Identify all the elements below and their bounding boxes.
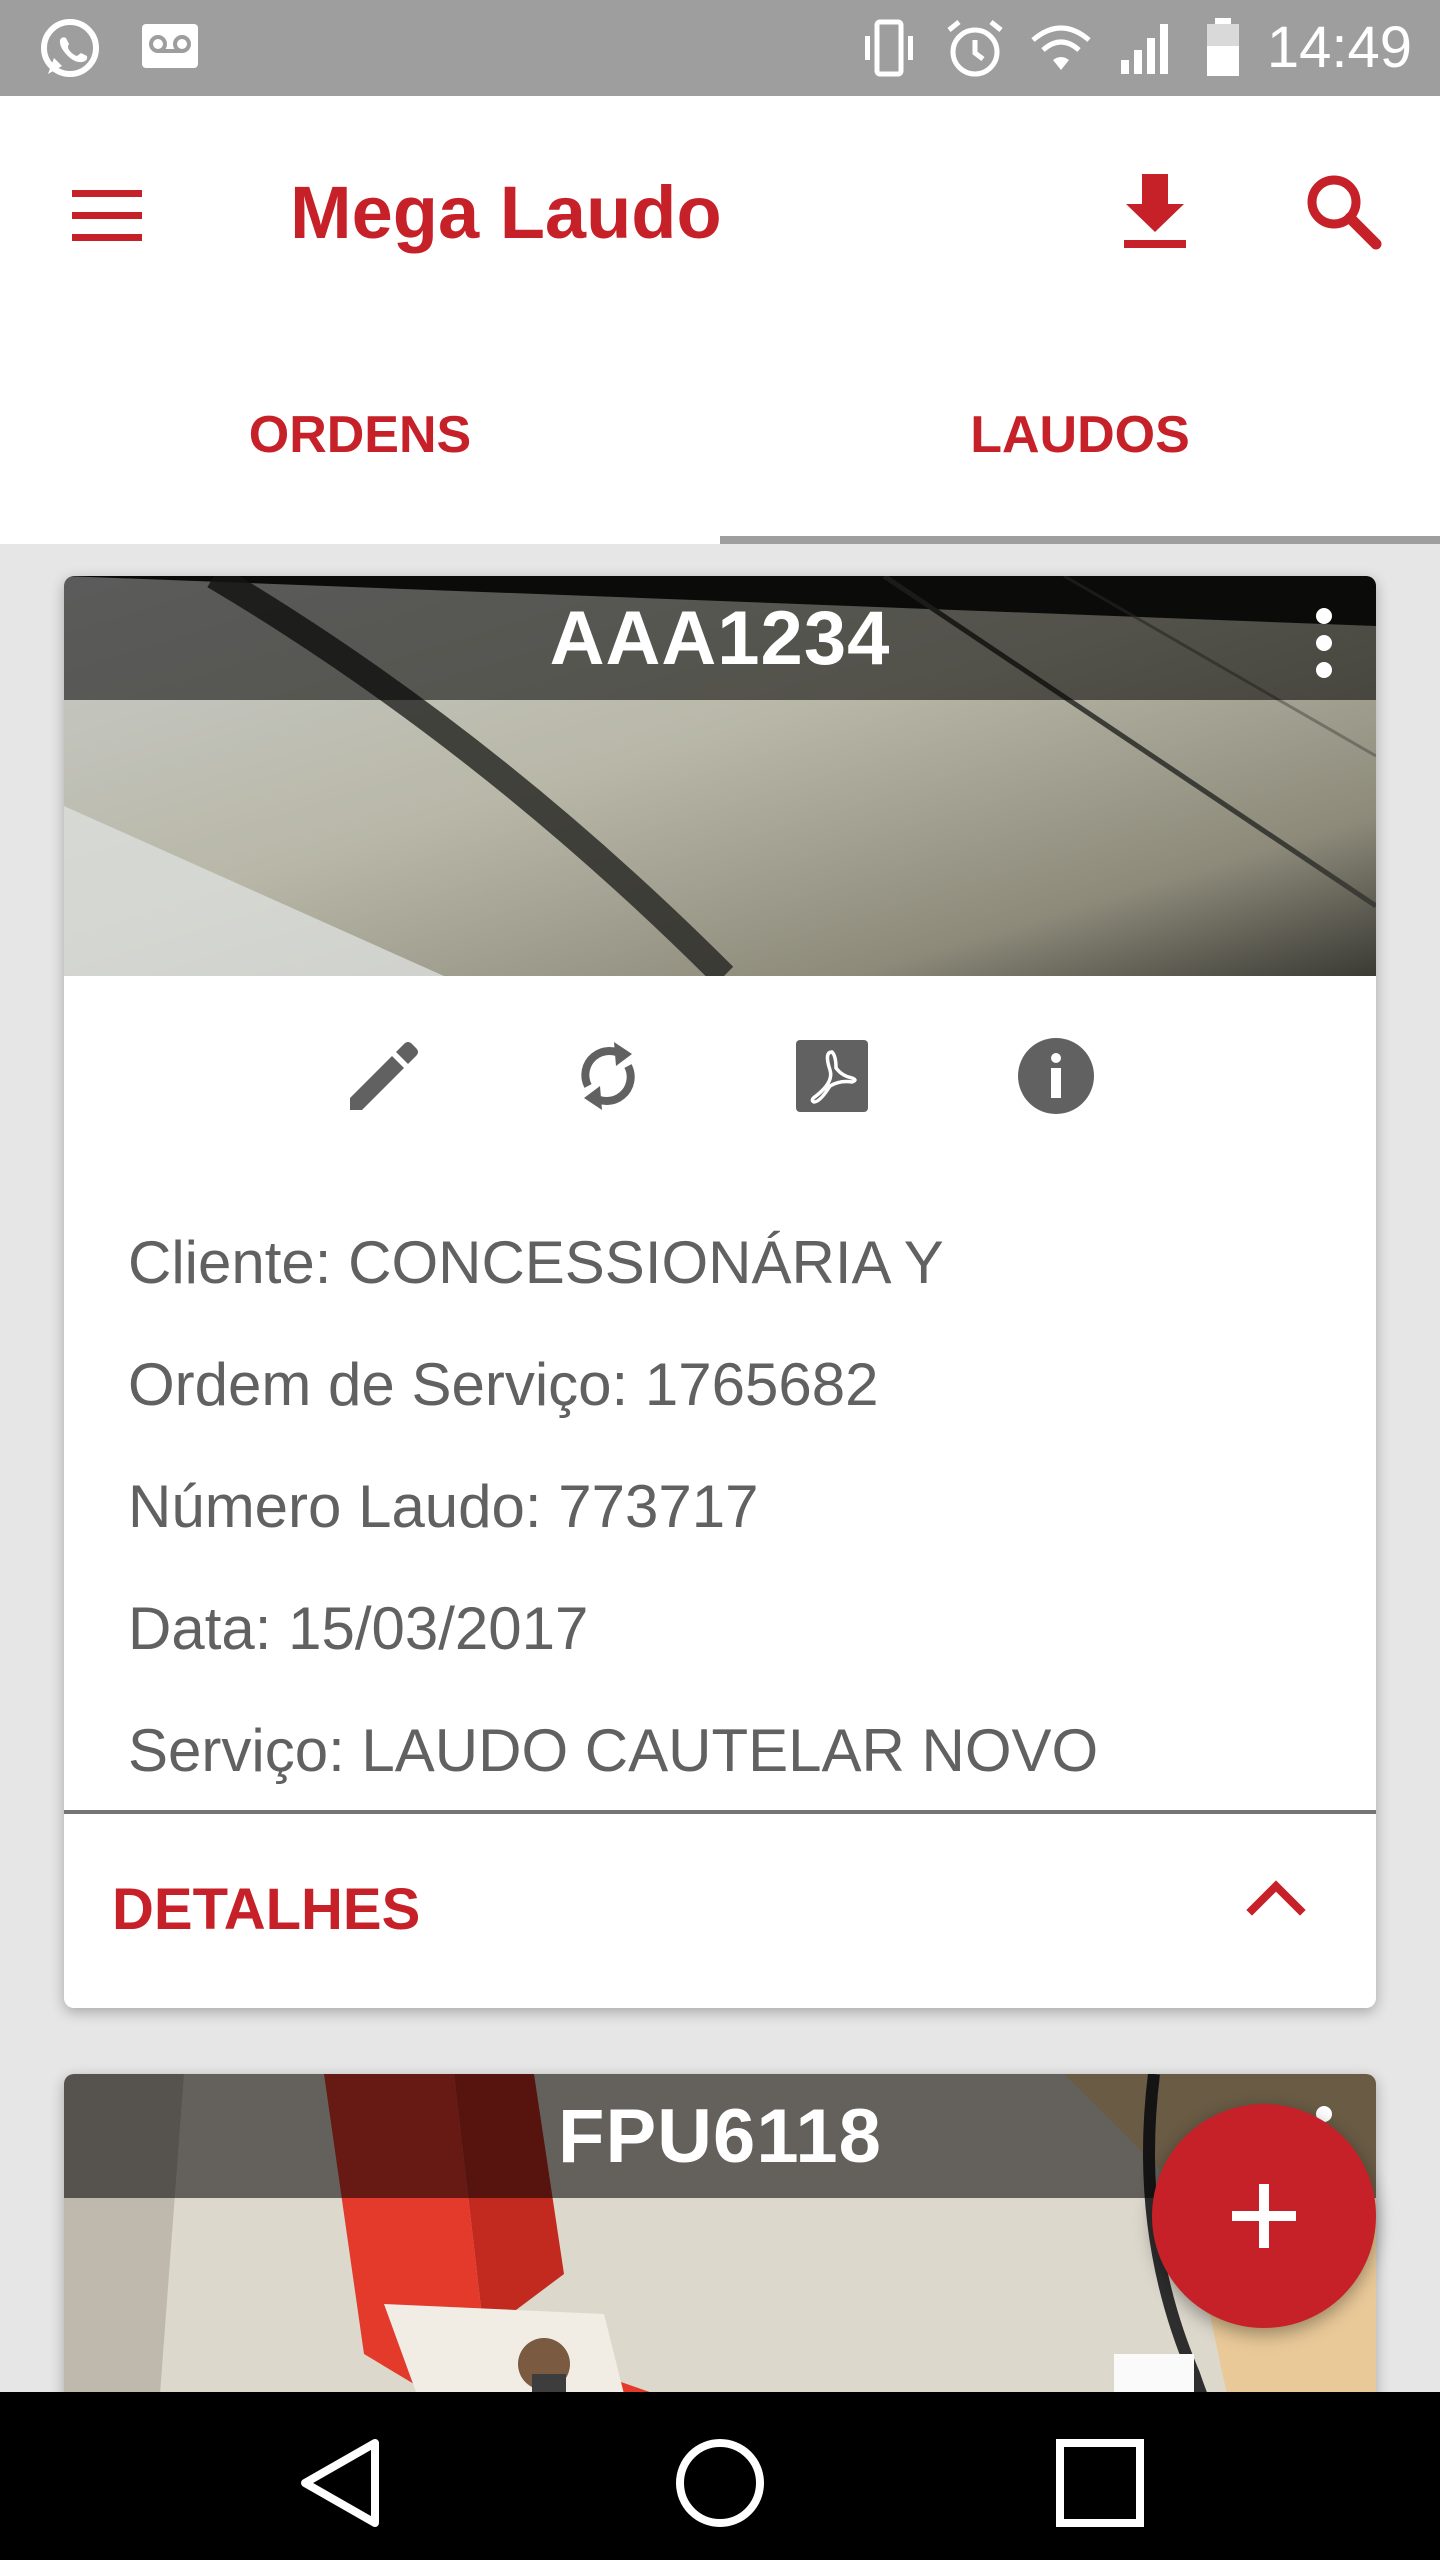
back-icon [301,2439,379,2527]
info-icon [1018,1038,1094,1114]
search-button[interactable] [1298,166,1388,256]
menu-icon [72,190,142,241]
edit-icon [350,1042,418,1110]
details-toggle-label[interactable]: DETALHES [112,1876,420,1943]
sync-button[interactable] [560,1028,656,1124]
collapse-button[interactable] [1236,1860,1316,1940]
card-actions [64,976,1376,1176]
pdf-icon [796,1040,868,1112]
chevron-up-icon [1246,1880,1306,1916]
field-ordem-servico: Ordem de Serviço: 1765682 [128,1351,879,1418]
tab-laudos[interactable]: LAUDOS [720,326,1440,544]
clock: 14:49 [1266,15,1412,80]
plate-header: AAA1234 [64,576,1376,700]
tab-indicator [720,536,1440,544]
laudo-fields: Cliente: CONCESSIONÁRIA Y Ordem de Servi… [128,1202,1098,1812]
plate-number: AAA1234 [549,595,891,681]
tab-label: LAUDOS [970,406,1190,464]
home-icon [676,2439,764,2527]
app-title: Mega Laudo [290,171,722,254]
tab-label: ORDENS [248,406,472,464]
recents-icon [1056,2439,1144,2527]
status-bar: 14:49 [0,0,1440,96]
sync-icon [581,1042,635,1110]
alarm-icon [943,16,1007,80]
voicemail-icon [138,16,202,80]
plate-number: FPU6118 [558,2093,882,2179]
field-cliente: Cliente: CONCESSIONÁRIA Y [128,1229,944,1296]
add-icon [1232,2184,1296,2248]
screen: 14:49 Mega Laudo ORDENS LAUDOS AAA1234 C… [0,0,1440,2560]
recents-button[interactable] [1045,2428,1155,2538]
system-nav-bar [0,2392,1440,2560]
pdf-button[interactable] [784,1028,880,1124]
app-bar: Mega Laudo [0,96,1440,326]
card-overflow-button[interactable] [1294,598,1354,688]
signal-icon [1115,16,1179,80]
home-button[interactable] [665,2428,775,2538]
back-button[interactable] [286,2428,396,2538]
laudo-card[interactable]: AAA1234 Cliente: CONCESSIONÁRIA Y Ordem … [64,576,1376,2008]
whatsapp-icon [38,16,102,80]
search-icon [1307,175,1382,250]
vehicle-photo: AAA1234 [64,576,1376,976]
info-button[interactable] [1008,1028,1104,1124]
add-laudo-fab[interactable] [1152,2104,1376,2328]
tab-bar: ORDENS LAUDOS [0,326,1440,544]
menu-button[interactable] [64,176,160,256]
edit-button[interactable] [336,1028,432,1124]
field-data: Data: 15/03/2017 [128,1595,589,1662]
tab-ordens[interactable]: ORDENS [0,326,720,544]
vibrate-icon [857,16,921,80]
field-numero-laudo: Número Laudo: 773717 [128,1473,759,1540]
more-vert-icon [1316,608,1332,678]
wifi-icon [1029,16,1093,80]
card-divider [64,1810,1376,1814]
field-servico: Serviço: LAUDO CAUTELAR NOVO [128,1717,1099,1784]
download-button[interactable] [1110,166,1200,256]
battery-icon [1201,16,1245,80]
download-icon [1124,174,1186,248]
